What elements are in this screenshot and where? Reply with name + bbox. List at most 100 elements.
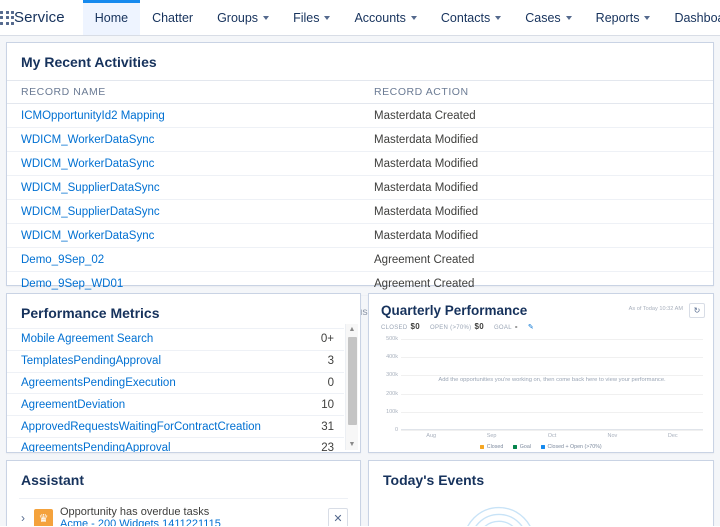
- scrollbar-down-arrow-icon[interactable]: ▼: [349, 439, 356, 450]
- legend-item[interactable]: Goal: [513, 444, 531, 450]
- nav-tab-chatter[interactable]: Chatter: [140, 0, 205, 35]
- nav-tab-groups[interactable]: Groups: [205, 0, 281, 35]
- quarterly-stat-goal: GOAL-: [494, 322, 518, 331]
- my-recent-activities-card: My Recent Activities RECORD NAME RECORD …: [6, 42, 714, 286]
- nav-tab-label: Accounts: [354, 11, 405, 25]
- chart-x-tick-label: Sep: [487, 433, 497, 439]
- record-name-link[interactable]: WDICM_WorkerDataSync: [21, 158, 154, 170]
- metric-link[interactable]: AgreementDeviation: [21, 399, 125, 411]
- record-name-link[interactable]: Demo_9Sep_WD01: [21, 278, 123, 290]
- record-action-cell: Masterdata Modified: [360, 224, 713, 248]
- table-row: Demo_9Sep_02Agreement Created: [7, 248, 713, 272]
- as-of-timestamp: As of Today 10:32 AM: [629, 306, 683, 312]
- record-name-cell: WDICM_WorkerDataSync: [7, 128, 360, 152]
- quarterly-performance-card: Quarterly Performance CLOSED$0OPEN (>70%…: [368, 293, 714, 453]
- metric-value-cell: 31: [284, 416, 344, 438]
- nav-tab-label: Files: [293, 11, 319, 25]
- metric-link[interactable]: Mobile Agreement Search: [21, 333, 153, 345]
- quarterly-stat-open: OPEN (>70%)$0: [430, 322, 484, 331]
- record-action-cell: Agreement Created: [360, 272, 713, 296]
- recent-activities-table: RECORD NAME RECORD ACTION ICMOpportunity…: [7, 80, 713, 296]
- app-launcher-button[interactable]: [0, 0, 14, 35]
- opportunity-crown-icon: ♛: [34, 509, 53, 527]
- stat-value: $0: [474, 322, 484, 331]
- legend-item[interactable]: Closed + Open (>70%): [541, 444, 602, 450]
- pencil-icon[interactable]: ✎: [528, 323, 534, 331]
- assistant-item-record-link[interactable]: Acme - 200 Widgets 1411221115: [60, 518, 321, 526]
- chart-plot-area: Add the opportunities you're working on,…: [401, 339, 703, 430]
- table-header-row: RECORD NAME RECORD ACTION: [7, 81, 713, 104]
- app-name-label: Service: [14, 0, 77, 35]
- record-name-link[interactable]: WDICM_SupplierDataSync: [21, 206, 160, 218]
- record-name-link[interactable]: Demo_9Sep_02: [21, 254, 104, 266]
- chart-empty-message: Add the opportunities you're working on,…: [401, 377, 703, 383]
- metric-value-cell: 10: [284, 394, 344, 416]
- chart-y-tick-label: 200k: [386, 391, 398, 397]
- chart-y-tick-label: 500k: [386, 336, 398, 342]
- metric-name-cell: Mobile Agreement Search: [7, 329, 284, 351]
- performance-metrics-scroll-area: Mobile Agreement Search0+TemplatesPendin…: [7, 328, 360, 452]
- chart-gridline: [401, 430, 703, 431]
- chart-x-tick-label: Dec: [668, 433, 678, 439]
- todays-events-card: Today's Events: [368, 460, 714, 526]
- record-name-link[interactable]: ICMOpportunityId2 Mapping: [21, 110, 165, 122]
- record-name-cell: Demo_9Sep_02: [7, 248, 360, 272]
- chevron-down-icon[interactable]: [495, 16, 501, 20]
- chevron-down-icon[interactable]: [644, 16, 650, 20]
- chevron-right-icon[interactable]: ›: [19, 511, 27, 525]
- table-row: Demo_9Sep_WD01 Agreement Created: [7, 272, 713, 296]
- scrollbar-up-arrow-icon[interactable]: ▲: [349, 324, 356, 335]
- nav-tab-label: Cases: [525, 11, 560, 25]
- chevron-down-icon[interactable]: [324, 16, 330, 20]
- record-name-link[interactable]: WDICM_SupplierDataSync: [21, 182, 160, 194]
- record-action-cell: Masterdata Modified: [360, 128, 713, 152]
- record-action-cell: Masterdata Created: [360, 104, 713, 128]
- nav-tab-dashboards[interactable]: Dashboards: [662, 0, 720, 35]
- chart-gridline: [401, 357, 703, 358]
- list-item: ApprovedRequestsWaitingForContractCreati…: [7, 416, 344, 438]
- table-row: WDICM_WorkerDataSync Masterdata Modified: [7, 128, 713, 152]
- metric-link[interactable]: AgreementsPendingApproval: [21, 442, 171, 452]
- table-row: WDICM_WorkerDataSync Masterdata Modified: [7, 224, 713, 248]
- metric-link[interactable]: TemplatesPendingApproval: [21, 355, 161, 367]
- record-name-cell: WDICM_SupplierDataSync: [7, 200, 360, 224]
- column-header-record-action: RECORD ACTION: [360, 81, 713, 104]
- nav-tab-reports[interactable]: Reports: [584, 0, 663, 35]
- stat-value: $0: [410, 322, 420, 331]
- table-row: ICMOpportunityId2 Mapping Masterdata Crea…: [7, 104, 713, 128]
- assistant-title: Assistant: [7, 461, 360, 498]
- record-name-cell: WDICM_WorkerDataSync: [7, 224, 360, 248]
- waffle-grid-icon: [0, 11, 14, 25]
- performance-metrics-scrollbar[interactable]: ▲ ▼: [345, 324, 358, 450]
- nav-tab-files[interactable]: Files: [281, 0, 342, 35]
- chart-y-tick-label: 400k: [386, 354, 398, 360]
- record-action-cell: Masterdata Modified: [360, 176, 713, 200]
- chevron-down-icon[interactable]: [263, 16, 269, 20]
- assistant-list-item[interactable]: › ♛ Opportunity has overdue tasks Acme -…: [19, 498, 348, 526]
- record-name-cell: WDICM_WorkerDataSync: [7, 152, 360, 176]
- close-icon[interactable]: ✕: [328, 508, 348, 526]
- nav-tab-home[interactable]: Home: [83, 0, 140, 35]
- list-item: AgreementsPendingApproval23: [7, 437, 344, 452]
- nav-tab-list: Home ChatterGroups Files Accounts Contacts Ca…: [83, 0, 720, 35]
- stat-label: CLOSED: [381, 325, 407, 331]
- scrollbar-thumb[interactable]: [348, 337, 357, 425]
- refresh-icon[interactable]: ↻: [689, 303, 705, 318]
- assistant-item-text: Opportunity has overdue tasks Acme - 200…: [60, 506, 321, 526]
- my-recent-activities-title: My Recent Activities: [7, 43, 713, 80]
- no-events-illustration: [369, 489, 713, 526]
- chart-x-tick-label: Aug: [426, 433, 436, 439]
- record-name-link[interactable]: WDICM_WorkerDataSync: [21, 230, 154, 242]
- chevron-down-icon[interactable]: [411, 16, 417, 20]
- chevron-down-icon[interactable]: [566, 16, 572, 20]
- metric-link[interactable]: ApprovedRequestsWaitingForContractCreati…: [21, 421, 261, 433]
- nav-tab-cases[interactable]: Cases: [513, 0, 583, 35]
- nav-tab-accounts[interactable]: Accounts: [342, 0, 428, 35]
- record-name-link[interactable]: WDICM_WorkerDataSync: [21, 134, 154, 146]
- metric-link[interactable]: AgreementsPendingExecution: [21, 377, 176, 389]
- nav-tab-label: Home: [95, 11, 128, 25]
- metric-value-cell: 0: [284, 372, 344, 394]
- legend-item[interactable]: Closed: [480, 444, 503, 450]
- record-name-cell: Demo_9Sep_WD01: [7, 272, 360, 296]
- nav-tab-contacts[interactable]: Contacts: [429, 0, 513, 35]
